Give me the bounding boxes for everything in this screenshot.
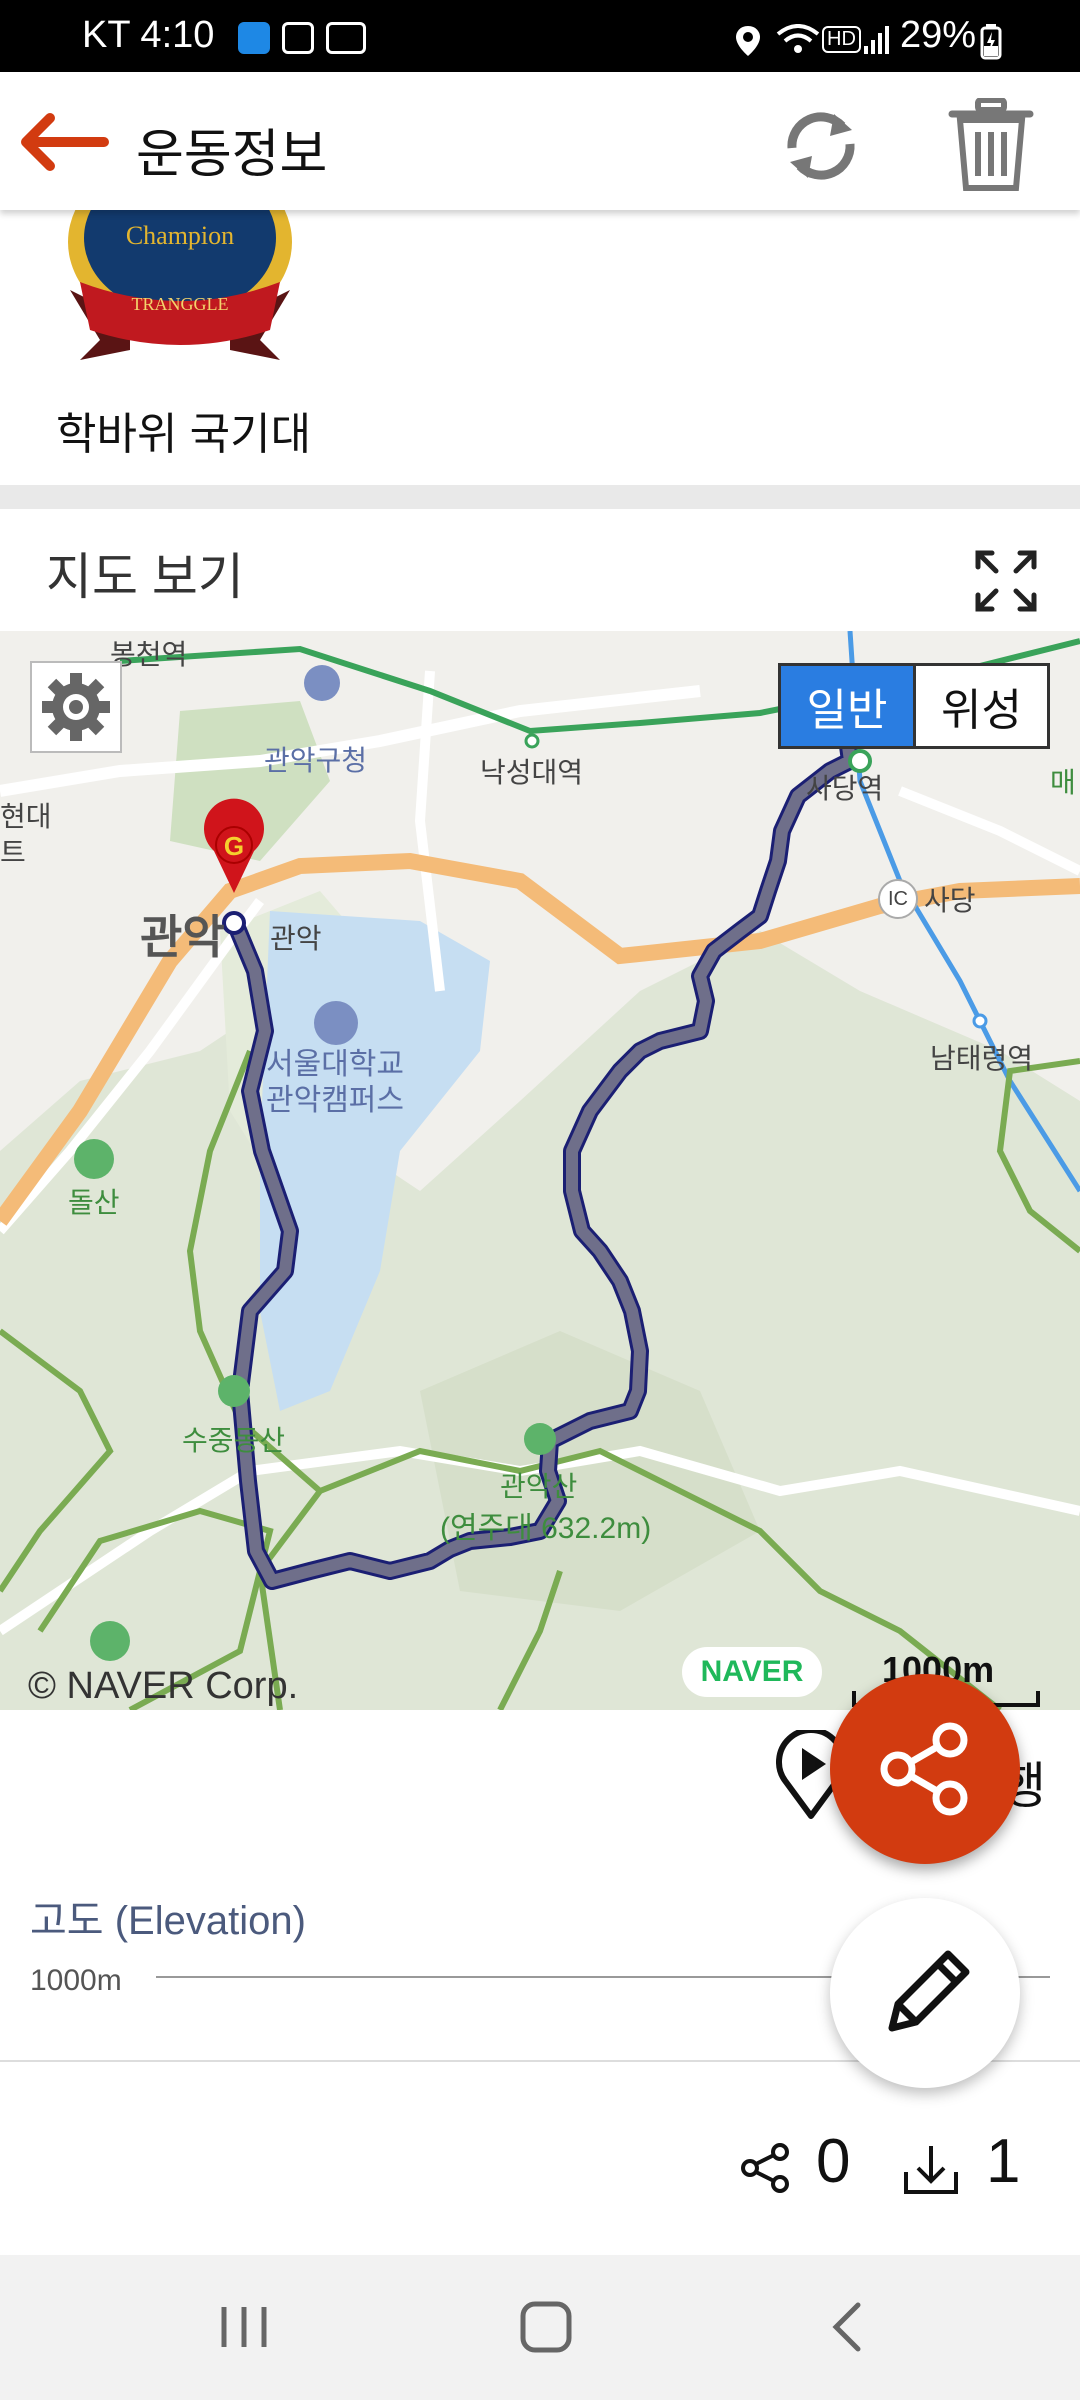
system-nav-bar bbox=[0, 2255, 1080, 2400]
download-count: 1 bbox=[986, 2127, 1021, 2196]
map-label-gwanak-office: 관악구청 bbox=[264, 745, 368, 776]
map-label-left-edge-2: 트 bbox=[0, 837, 26, 868]
map-label-sujeongdongsan: 수중동산 bbox=[182, 1425, 286, 1456]
map-label-left-edge-1: 현대 bbox=[0, 801, 52, 832]
map-type-satellite-button[interactable]: 위성 bbox=[913, 666, 1047, 746]
map-label-yeonjudae: (연주대 632.2m) bbox=[440, 1512, 652, 1545]
map-label-dolsan: 돌산 bbox=[68, 1187, 120, 1218]
fullscreen-icon[interactable] bbox=[974, 549, 1038, 613]
share-icon bbox=[880, 1722, 968, 1816]
map-label-gwanaksan: 관악산 bbox=[500, 1471, 578, 1502]
page-title: 운동정보 bbox=[136, 126, 328, 184]
map-type-toggle: 일반 위성 bbox=[778, 663, 1050, 749]
map-marker-letter: G bbox=[224, 831, 244, 861]
app-bar: 운동정보 bbox=[0, 72, 1080, 210]
status-bar: KT 4:10 HD 29% bbox=[0, 0, 1080, 72]
share-icon[interactable] bbox=[740, 2142, 792, 2194]
map-label-sadang-station: 사당역 bbox=[806, 773, 884, 804]
map-label-right-edge: 매 bbox=[1050, 767, 1076, 798]
download-icon[interactable] bbox=[902, 2142, 960, 2196]
map-view[interactable]: G 봉천역 관악구청 낙성대역 사당역 IC 사당 남태령역 관악 관악 서울대… bbox=[0, 631, 1080, 1710]
signal-icon bbox=[864, 26, 889, 54]
map-label-snu: 서울대학교 관악캠퍼스 bbox=[266, 1048, 404, 1117]
map-label-gwanak-district: 관악 bbox=[140, 911, 225, 963]
app-notification-icon bbox=[282, 22, 314, 54]
battery-charging-icon bbox=[980, 24, 1002, 60]
map-section-title: 지도 보기 bbox=[46, 549, 244, 605]
back-icon[interactable] bbox=[826, 2299, 866, 2355]
share-fab-button[interactable] bbox=[830, 1674, 1020, 1864]
map-label-nakseongdae: 낙성대역 bbox=[480, 757, 584, 788]
tmoney-notification-icon bbox=[326, 22, 366, 54]
map-label-namtaeryeong: 남태령역 bbox=[930, 1043, 1034, 1074]
recents-icon[interactable] bbox=[214, 2301, 274, 2353]
naver-logo: NAVER bbox=[682, 1647, 822, 1697]
back-arrow-icon[interactable] bbox=[20, 112, 110, 172]
refresh-icon[interactable] bbox=[776, 108, 866, 184]
badge-ribbon-text: TRANGGLE bbox=[132, 294, 229, 314]
hd-voice-icon: HD bbox=[822, 26, 861, 53]
location-icon bbox=[736, 26, 760, 56]
badge-name: 학바위 국기대 bbox=[56, 410, 312, 459]
elevation-title: 고도 (Elevation) bbox=[30, 1899, 306, 1943]
badge-champion-text: Champion bbox=[126, 221, 234, 250]
battery-percent: 29% bbox=[900, 14, 977, 56]
gear-icon bbox=[42, 673, 110, 741]
map-type-normal-button[interactable]: 일반 bbox=[781, 666, 913, 746]
share-count: 0 bbox=[816, 2127, 851, 2196]
stats-bar: 0 1 bbox=[0, 2060, 1080, 2257]
elevation-tick-label: 1000m bbox=[30, 1964, 122, 1997]
champion-badge-image: Champion TRANGGLE bbox=[68, 210, 292, 360]
status-carrier-time: KT 4:10 bbox=[82, 14, 215, 56]
map-canvas: G bbox=[0, 631, 1080, 1710]
section-divider bbox=[0, 485, 1080, 509]
trash-icon[interactable] bbox=[946, 98, 1036, 194]
map-label-sadang: 사당 bbox=[924, 885, 976, 916]
pencil-icon bbox=[888, 1950, 970, 2032]
map-header: 지도 보기 bbox=[0, 509, 1080, 631]
map-settings-button[interactable] bbox=[30, 661, 122, 753]
map-label-ic: IC bbox=[878, 879, 918, 919]
home-icon[interactable] bbox=[518, 2299, 574, 2355]
wifi-icon bbox=[776, 24, 820, 53]
folder-notification-icon bbox=[238, 22, 270, 54]
badge-section: Champion TRANGGLE 학바위 국기대 bbox=[0, 210, 1080, 485]
edit-fab-button[interactable] bbox=[830, 1898, 1020, 2088]
map-label-gwanak: 관악 bbox=[270, 923, 322, 954]
map-copyright: © NAVER Corp. bbox=[28, 1665, 299, 1707]
